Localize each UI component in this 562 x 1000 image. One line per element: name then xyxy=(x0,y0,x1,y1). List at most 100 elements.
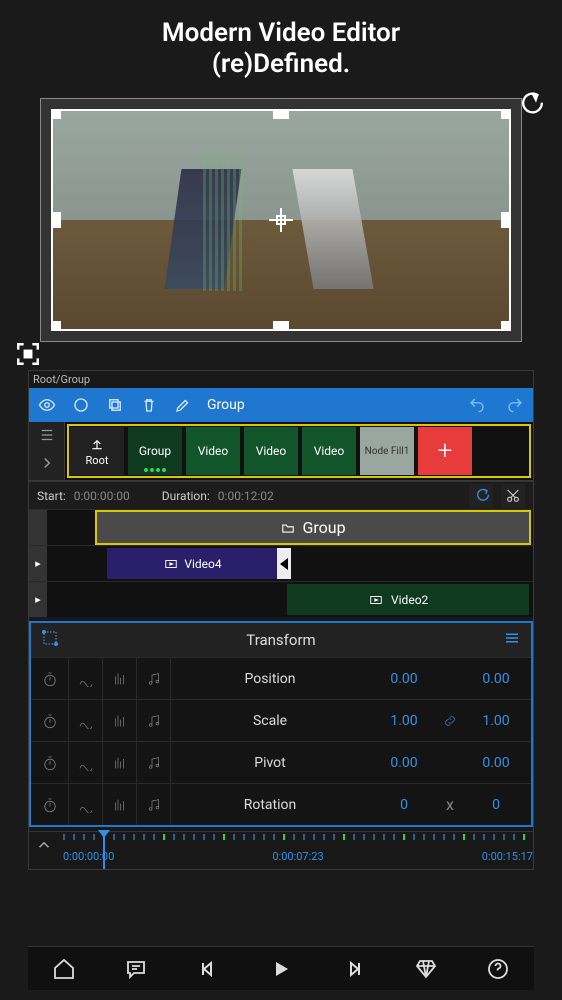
reset-timing-icon[interactable] xyxy=(469,484,493,508)
home-icon[interactable] xyxy=(50,955,78,983)
preview-canvas[interactable] xyxy=(40,98,522,342)
curve-icon[interactable] xyxy=(69,658,103,699)
rotation-deg-value[interactable]: 0 xyxy=(461,797,531,813)
stopwatch-icon[interactable] xyxy=(31,784,69,825)
track-row-video2: ▸ Video2 xyxy=(29,581,533,617)
scale-label: Scale xyxy=(171,713,369,729)
hero-title: Modern Video Editor (re)Defined. xyxy=(0,0,562,88)
start-value[interactable]: 0:00:00:00 xyxy=(74,489,130,503)
music-icon[interactable] xyxy=(137,658,171,699)
timing-row: Start: 0:00:00:00 Duration: 0:00:12:02 xyxy=(29,481,533,509)
rotation-turns-value[interactable]: 0 xyxy=(369,797,439,813)
transform-menu-icon[interactable] xyxy=(503,629,521,651)
stopwatch-icon[interactable] xyxy=(31,742,69,783)
root-button[interactable]: Root xyxy=(70,427,124,475)
clip-video[interactable]: Video xyxy=(302,427,356,475)
track-row-group: Group xyxy=(29,509,533,545)
stopwatch-icon[interactable] xyxy=(31,700,69,741)
pivot-y-value[interactable]: 0.00 xyxy=(461,755,531,771)
ruler-labels: 0:00:00:00 0:00:07:23 0:00:15:17 xyxy=(63,850,533,863)
pivot-crosshair-icon[interactable] xyxy=(269,208,293,232)
clip-node-fill[interactable]: Node Fill1 xyxy=(360,427,414,475)
delete-icon[interactable] xyxy=(139,395,159,415)
position-y-value[interactable]: 0.00 xyxy=(461,671,531,687)
track-handle[interactable] xyxy=(29,510,47,545)
clip-label: Group xyxy=(139,444,171,458)
expand-icon[interactable] xyxy=(38,454,56,476)
edit-icon[interactable] xyxy=(173,395,193,415)
selection-frame[interactable] xyxy=(51,109,511,331)
track-play-handle[interactable]: ▸ xyxy=(29,582,47,617)
add-clip-button[interactable]: + xyxy=(418,427,472,475)
transform-panel: Transform Position 0.00 0.00 Scale 1.00 … xyxy=(29,621,533,827)
time-label: 0:00:00:00 xyxy=(63,850,114,863)
plus-icon: + xyxy=(438,436,453,466)
resize-handle-bottom-right[interactable] xyxy=(501,321,511,331)
clip-label: Node Fill1 xyxy=(365,446,410,457)
music-icon[interactable] xyxy=(137,700,171,741)
rotate-reset-icon[interactable] xyxy=(515,91,543,119)
resize-handle-top[interactable] xyxy=(273,109,289,119)
focus-corners-icon[interactable] xyxy=(15,341,41,367)
redo-icon[interactable] xyxy=(505,395,525,415)
list-icon[interactable] xyxy=(38,426,56,448)
step-back-icon[interactable] xyxy=(195,955,223,983)
music-icon[interactable] xyxy=(137,742,171,783)
scale-y-value[interactable]: 1.00 xyxy=(461,713,531,729)
track-play-handle[interactable]: ▸ xyxy=(29,546,47,581)
jitter-icon[interactable] xyxy=(103,784,137,825)
hero-line1: Modern Video Editor xyxy=(0,18,562,49)
curve-icon[interactable] xyxy=(69,784,103,825)
curve-icon[interactable] xyxy=(69,700,103,741)
resize-handle-bottom[interactable] xyxy=(273,321,289,331)
duplicate-icon[interactable] xyxy=(105,395,125,415)
music-icon[interactable] xyxy=(137,784,171,825)
collapse-ruler-icon[interactable] xyxy=(35,836,53,858)
stopwatch-icon[interactable] xyxy=(31,658,69,699)
comment-icon[interactable] xyxy=(122,955,150,983)
transform-gizmo-icon[interactable] xyxy=(41,629,59,651)
video4-track-clip[interactable]: Video4 xyxy=(107,548,277,579)
jitter-icon[interactable] xyxy=(103,658,137,699)
scale-x-value[interactable]: 1.00 xyxy=(369,713,439,729)
resize-handle-top-left[interactable] xyxy=(51,109,61,119)
hero-line2: (re)Defined. xyxy=(0,49,562,80)
resize-handle-right[interactable] xyxy=(501,212,511,228)
clip-group[interactable]: Group xyxy=(128,427,182,475)
resize-handle-bottom-left[interactable] xyxy=(51,321,61,331)
breadcrumb[interactable]: Root/Group xyxy=(29,371,533,388)
layer-toolbar: Group xyxy=(29,388,533,422)
group-track-clip[interactable]: Group xyxy=(97,512,529,543)
play-icon[interactable] xyxy=(267,955,295,983)
clip-video[interactable]: Video xyxy=(186,427,240,475)
time-ruler[interactable]: 0:00:00:00 0:00:07:23 0:00:15:17 xyxy=(29,831,533,869)
help-icon[interactable] xyxy=(484,955,512,983)
mask-icon[interactable] xyxy=(71,395,91,415)
jitter-icon[interactable] xyxy=(103,742,137,783)
clip-video[interactable]: Video xyxy=(244,427,298,475)
resize-handle-top-right[interactable] xyxy=(501,109,511,119)
step-forward-icon[interactable] xyxy=(339,955,367,983)
link-icon[interactable] xyxy=(439,713,461,729)
diamond-icon[interactable] xyxy=(412,955,440,983)
duration-label: Duration: xyxy=(162,489,210,503)
undo-icon[interactable] xyxy=(467,395,487,415)
pivot-x-value[interactable]: 0.00 xyxy=(369,755,439,771)
position-x-value[interactable]: 0.00 xyxy=(369,671,439,687)
resize-handle-left[interactable] xyxy=(51,212,61,228)
position-label: Position xyxy=(171,671,369,687)
cut-icon[interactable] xyxy=(501,484,525,508)
video2-track-clip[interactable]: Video2 xyxy=(287,584,529,615)
rotation-x-label: x xyxy=(439,795,461,814)
editor-panel: Root/Group Group xyxy=(28,370,534,870)
pivot-label: Pivot xyxy=(171,755,369,771)
jitter-icon[interactable] xyxy=(103,700,137,741)
video2-label: Video2 xyxy=(391,593,428,607)
clip-edge-handle[interactable] xyxy=(277,548,291,579)
visibility-icon[interactable] xyxy=(37,395,57,415)
group-clip-label: Group xyxy=(302,518,345,537)
video4-label: Video4 xyxy=(184,557,221,571)
root-label: Root xyxy=(86,454,109,467)
curve-icon[interactable] xyxy=(69,742,103,783)
duration-value[interactable]: 0:00:12:02 xyxy=(218,489,274,503)
